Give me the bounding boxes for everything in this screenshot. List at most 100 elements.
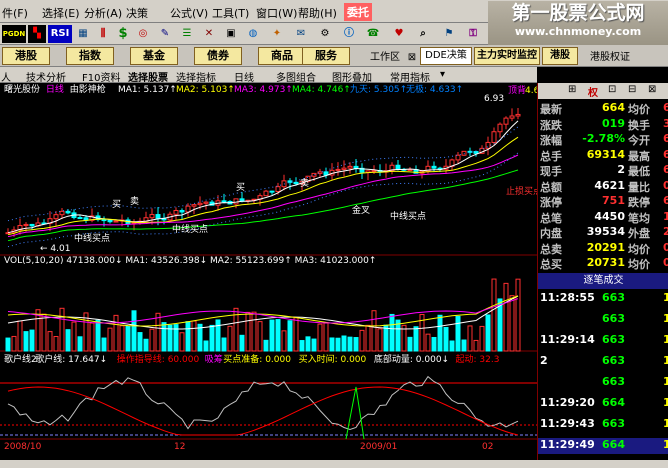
grid-icon[interactable]: ▦ — [74, 25, 92, 43]
period-label: 日线 — [46, 83, 64, 95]
sector-bond-button[interactable]: 债券 — [194, 47, 242, 65]
volume-bar — [485, 314, 491, 352]
candle-body — [515, 113, 521, 117]
tab-person[interactable]: 人 — [1, 69, 11, 84]
volume-bar — [461, 339, 467, 352]
rsi-button[interactable]: RSI — [48, 25, 72, 43]
tick-price: 663 — [602, 291, 625, 304]
tab-select-indicator[interactable]: 选择指标 — [176, 69, 216, 84]
volume-bar — [383, 324, 389, 352]
x-icon[interactable]: ✕ — [200, 25, 218, 43]
tick-price: 663 — [602, 375, 625, 388]
tab-multi-chart[interactable]: 多图组合 — [276, 69, 316, 84]
flag-icon[interactable]: ⚑ — [440, 25, 458, 43]
list-icon[interactable]: ☰ — [178, 25, 196, 43]
pgdn-button[interactable]: PGDN — [2, 25, 26, 43]
menu-item-tools[interactable]: 工具(T) — [212, 5, 249, 21]
quote-label: 最新 — [540, 103, 562, 116]
quote-label: 总买 — [540, 258, 562, 271]
quote-tab-5[interactable]: ⊠ — [648, 84, 656, 95]
sector-hk-button[interactable]: 港股 — [2, 47, 50, 65]
tab-common-indicators[interactable]: 常用指标 — [390, 69, 430, 84]
sector-service-button[interactable]: 服务 — [302, 47, 350, 65]
volume-bar — [101, 337, 107, 352]
volume-bar — [203, 340, 209, 352]
workspace-close-icon[interactable]: ⊠ — [406, 49, 418, 67]
dde-decision-button[interactable]: DDE决策 — [420, 47, 472, 65]
quote-row: 总卖 20291 均价 0 — [538, 241, 668, 257]
volume-bar — [263, 339, 269, 352]
search-icon[interactable]: ⌕ — [414, 25, 432, 43]
volume-label: VOL(5,10,20) 47138.000↓ MA1: 43526.398↓ … — [4, 256, 376, 266]
tab-technical[interactable]: 技术分析 — [26, 69, 66, 84]
gear-icon[interactable]: ⚙ — [316, 25, 334, 43]
tab-overlay[interactable]: 图形叠加 — [332, 69, 372, 84]
kline-chart[interactable]: 曙光股份 日线 由影神枪 MA1: 5.137↑ MA2: 5.103↑ MA3: … — [0, 83, 537, 460]
volume-bar — [509, 295, 515, 352]
volume-bar — [443, 326, 449, 352]
quote-value: 664 — [602, 101, 625, 114]
sector-commodity-button[interactable]: 商品 — [258, 47, 306, 65]
quote-tab-2[interactable]: 权 — [588, 84, 598, 99]
candle-body — [491, 131, 497, 143]
candle-body — [113, 220, 119, 223]
annotation-stop-buy: 止损买点 — [506, 185, 537, 197]
candle-body — [503, 117, 509, 125]
candle-body — [287, 180, 293, 183]
bars-icon[interactable]: ⫼ — [94, 25, 112, 43]
quote-tab-1[interactable]: ⊞ — [568, 84, 576, 95]
menu-item-window[interactable]: 窗口(W) — [256, 5, 297, 21]
dollar-button[interactable]: $ — [114, 25, 132, 43]
sector-index-button[interactable]: 指数 — [66, 47, 114, 65]
candle-body — [263, 190, 269, 197]
menu-item-file[interactable]: 件(F) — [2, 5, 28, 21]
quote-value: 20291 — [586, 240, 625, 254]
osc-label-7: 底部动量: 0.000↓ — [374, 353, 449, 365]
tab-daily[interactable]: 日线 — [234, 69, 254, 84]
hk-warrant-button[interactable]: 港股权证 — [580, 49, 640, 67]
phone-icon[interactable]: ☎ — [364, 25, 382, 43]
annotation-mid-buy-2: 中线买点 — [172, 223, 208, 235]
pen-icon[interactable]: ✎ — [156, 25, 174, 43]
quote-value: 39534 — [586, 225, 625, 238]
candle-body — [77, 217, 83, 220]
menu-item-select[interactable]: 选择(E) — [42, 5, 80, 21]
volume-bar — [341, 335, 347, 352]
tab-f10[interactable]: F10资料 — [82, 69, 120, 84]
info-icon[interactable]: ⓘ — [340, 25, 358, 43]
chart-icon[interactable]: ▚ — [28, 25, 46, 43]
quote-tab-3[interactable]: ⊡ — [608, 84, 616, 95]
ma-label-6: 无极: 4.633↑ — [406, 83, 463, 95]
hk-button-2[interactable]: 港股 — [542, 47, 578, 65]
quote-value: 4450 — [594, 209, 625, 223]
mail-icon[interactable]: ✉ — [292, 25, 310, 43]
quote-value-2: 0 — [663, 178, 668, 192]
star-icon[interactable]: ✦ — [268, 25, 286, 43]
globe-icon[interactable]: ◍ — [244, 25, 262, 43]
target-icon[interactable]: ◎ — [134, 25, 152, 43]
tab-select-stock[interactable]: 选择股票 — [128, 69, 168, 84]
window-icon[interactable]: ▣ — [222, 25, 240, 43]
main-monitor-button[interactable]: 主力实时监控 — [474, 47, 540, 65]
quote-value-2: 15 — [663, 209, 668, 223]
menu-item-analysis[interactable]: 分析(A) — [84, 5, 122, 21]
tab-dropdown-icon[interactable]: ▾ — [440, 69, 445, 80]
volume-bar — [371, 310, 377, 352]
menu-item-trade[interactable]: 委托 — [344, 3, 372, 21]
oscillator-labels: 歌户线2歌户线: 17.647↓ 操作指导线: 60.000 吸筹 买点准备: 0.0… — [4, 353, 499, 365]
candle-body — [347, 165, 353, 169]
menu-item-decision[interactable]: 决策 — [126, 5, 148, 21]
quote-label: 总手 — [540, 149, 562, 163]
menu-item-help[interactable]: 帮助(H) — [298, 5, 337, 21]
lock-icon[interactable]: ⚿ — [464, 25, 482, 43]
sector-fund-button[interactable]: 基金 — [130, 47, 178, 65]
workspace-button[interactable]: 工作区 — [362, 49, 408, 67]
volume-bar — [77, 336, 83, 352]
heart-icon[interactable]: ♥ — [390, 25, 408, 43]
quote-tab-4[interactable]: ⊟ — [628, 84, 636, 95]
quote-value-2: 3.78 — [663, 116, 668, 130]
volume-bar — [245, 311, 251, 352]
menu-item-formula[interactable]: 公式(V) — [170, 5, 208, 21]
annotation-golden-cross: 金叉 — [352, 204, 370, 216]
tick-time: 11:29:49 — [540, 438, 595, 451]
